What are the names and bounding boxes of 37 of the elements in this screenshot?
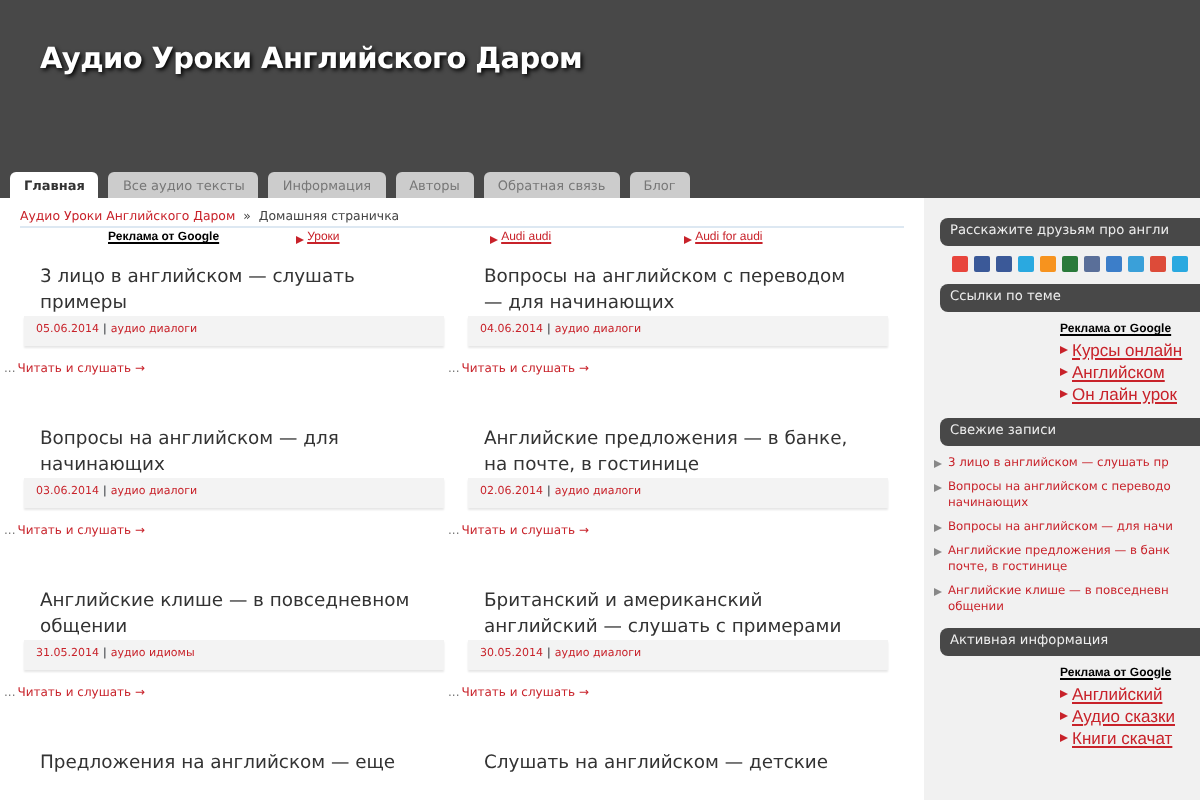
post-title[interactable]: Вопросы на английском — для начинающих [20,410,444,479]
post-title[interactable]: 3 лицо в английском — слушать примеры [20,248,444,317]
bullet-icon [934,547,942,556]
post-title[interactable]: Английские предложения — в банке, на почте, в гостинице [464,410,888,479]
bullet-icon [934,587,942,596]
ad-link[interactable]: Аудио сказки [1072,705,1175,728]
arrow-icon [1060,368,1068,377]
post-title[interactable]: Британский и американский английский — слушать с примерами [464,572,888,641]
post-title[interactable]: Предложения на английском — еще [20,734,444,777]
arrow-icon [1060,690,1068,699]
arrow-icon [1060,346,1068,355]
ad-link[interactable]: Он лайн урок [1072,383,1177,406]
arrow-icon [1060,734,1068,743]
arrow-icon [1060,390,1068,399]
ad-link[interactable]: Книги скачат [1072,727,1173,750]
bullet-icon [934,523,942,532]
share-icon[interactable] [952,255,968,272]
arrow-icon [1060,712,1068,721]
post-title[interactable]: Вопросы на английском с переводом — для начинающих [464,248,888,317]
share-icon[interactable] [974,255,990,272]
share-icon[interactable] [996,255,1012,272]
bullet-icon [934,483,942,492]
share-icon[interactable] [1084,255,1100,272]
share-icon[interactable] [1150,255,1166,272]
share-icon[interactable] [1128,255,1144,272]
arrow-icon [683,235,692,244]
post-title[interactable]: Слушать на английском — детские [464,734,888,777]
ad-link[interactable]: Курсы онлайн [1072,339,1183,362]
ad-link[interactable]: Английский [1072,683,1163,706]
arrow-icon [295,235,304,244]
share-icon[interactable] [1106,255,1122,272]
bullet-icon [934,459,942,468]
ad-link[interactable]: Английском [1072,361,1165,384]
post-title[interactable]: Английские клише — в повседневном общении [20,572,444,641]
arrow-icon [489,235,498,244]
share-icon[interactable] [1062,255,1078,272]
site-title[interactable]: Аудио Уроки Английского Даром [40,40,583,84]
